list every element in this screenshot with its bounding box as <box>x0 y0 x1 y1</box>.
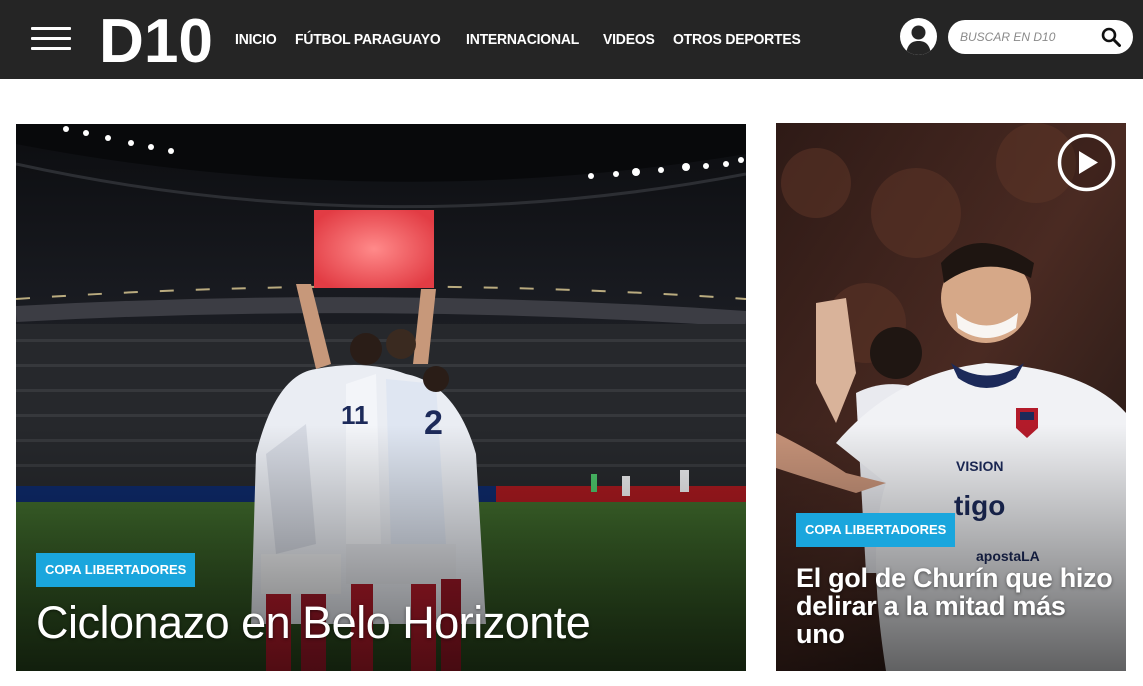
side-story-headline[interactable]: El gol de Churín que hizo delirar a la m… <box>796 564 1116 648</box>
nav-link-internacional[interactable]: INTERNACIONAL <box>466 31 579 48</box>
side-story-card[interactable]: VISION tigo apostaLA COPA LIBERTADORES E… <box>776 123 1126 671</box>
category-tag[interactable]: COPA LIBERTADORES <box>36 553 196 587</box>
user-icon[interactable] <box>900 18 937 55</box>
nav-link-otros-deportes[interactable]: OTROS DEPORTES <box>673 31 801 48</box>
svg-text:D10: D10 <box>99 10 213 65</box>
nav-link-inicio[interactable]: INICIO <box>235 31 277 48</box>
hamburger-menu-icon[interactable] <box>31 27 71 51</box>
nav-link-futbol-paraguayo[interactable]: FÚTBOL PARAGUAYO <box>295 31 441 48</box>
main-nav: INICIO FÚTBOL PARAGUAYO INTERNACIONAL VI… <box>235 0 825 79</box>
search-input[interactable] <box>960 20 1100 54</box>
stadium-celebration-photo: 11 2 <box>16 124 746 671</box>
nav-link-videos[interactable]: VIDEOS <box>603 31 655 48</box>
search-box <box>948 20 1133 54</box>
main-story-headline[interactable]: Ciclonazo en Belo Horizonte <box>36 597 591 649</box>
site-logo[interactable]: D10 <box>99 10 214 65</box>
search-icon[interactable] <box>1101 27 1121 47</box>
play-video-icon[interactable] <box>1057 133 1116 192</box>
top-navigation-bar: D10 INICIO FÚTBOL PARAGUAYO INTERNACIONA… <box>0 0 1143 79</box>
main-story-card[interactable]: 11 2 COPA LIBERTADORES Ciclonazo en Belo… <box>16 124 746 671</box>
category-tag[interactable]: COPA LIBERTADORES <box>796 513 956 547</box>
